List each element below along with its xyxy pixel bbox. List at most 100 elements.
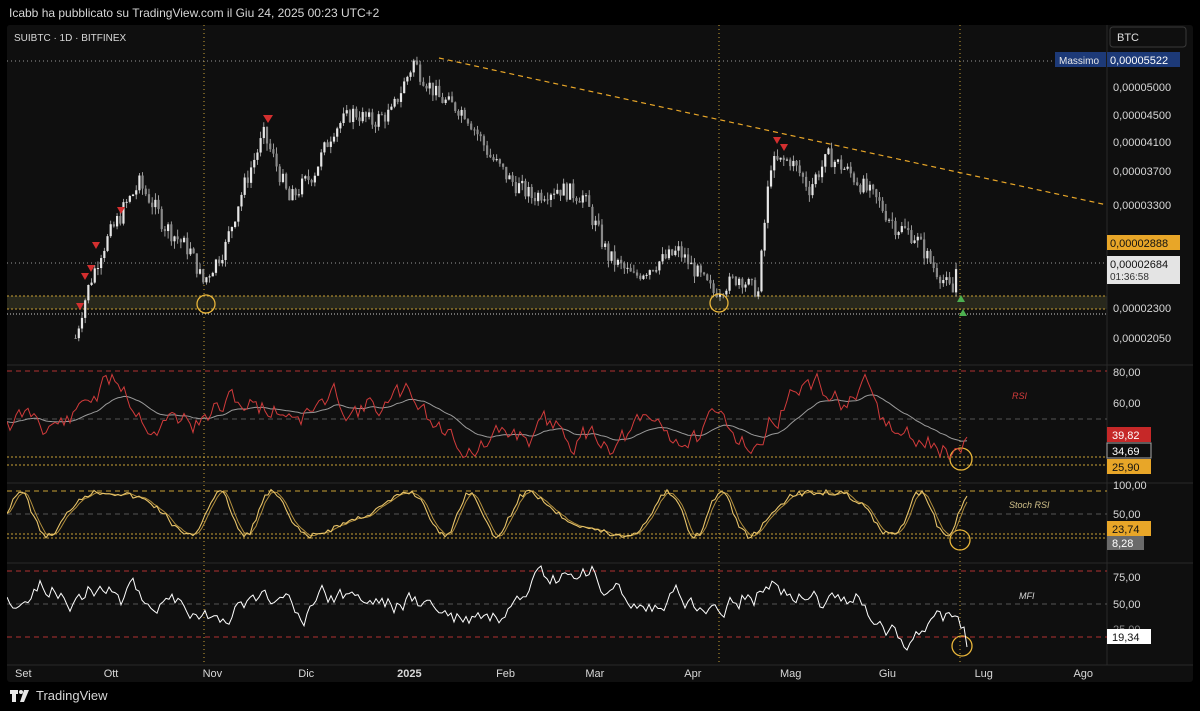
candle-body	[96, 268, 100, 270]
candle-body	[553, 193, 556, 195]
time-axis-label: Ago	[1073, 668, 1093, 680]
candle-body	[610, 251, 613, 261]
candle-body	[843, 168, 846, 170]
candle-body	[224, 241, 227, 261]
highlight-circle-mfi	[951, 635, 973, 657]
time-axis-label: Lug	[975, 668, 993, 680]
candle-body	[629, 267, 632, 272]
candle-body	[221, 260, 224, 264]
candle-body	[285, 173, 288, 189]
stoch-tick: 50,00	[1113, 509, 1141, 521]
chart-panel[interactable]: SUIBTC · 1D · BITFINEX 0,00005000 0,0000…	[7, 25, 1193, 682]
candle-body	[498, 159, 501, 164]
candle-body	[868, 184, 872, 191]
candle-body	[106, 236, 109, 251]
candle-body	[897, 232, 900, 236]
candle-body	[179, 239, 182, 243]
candle-body	[176, 236, 179, 240]
candle-body	[119, 216, 122, 224]
footer-brand: TradingView	[10, 688, 108, 703]
candle-body	[307, 176, 310, 180]
candle-body	[195, 253, 198, 274]
time-axis[interactable]: Set Ott Nov Dic 2025 Feb Mar Apr Mag Giu Lug Ago	[15, 668, 1093, 680]
candle-body	[872, 184, 875, 190]
rsi-line	[7, 372, 968, 460]
candle-body	[240, 194, 243, 207]
candle-body	[620, 259, 623, 264]
candle-body	[403, 81, 406, 94]
candle-body	[326, 142, 329, 147]
candle-body	[814, 174, 817, 185]
candle-body	[281, 173, 285, 183]
candle-body	[367, 112, 371, 117]
candle-body	[776, 156, 779, 160]
time-axis-label: Mag	[780, 668, 801, 680]
candle-body	[511, 175, 514, 182]
candle-body	[234, 221, 237, 228]
candle-body	[479, 134, 482, 137]
candle-body	[942, 280, 945, 284]
candle-body	[135, 190, 138, 195]
candle-body	[833, 161, 836, 168]
candle-body	[103, 250, 106, 259]
mfi-tick: 75,00	[1113, 572, 1141, 584]
candle-body	[205, 277, 208, 283]
rsi-pane[interactable]: RSI	[7, 370, 1107, 466]
candle-body	[109, 224, 112, 237]
candle-body	[763, 222, 766, 251]
candle-body	[891, 219, 894, 221]
candle-body	[543, 199, 546, 201]
time-axis-label: Feb	[496, 668, 515, 680]
candle-body	[760, 250, 763, 292]
stoch-pane[interactable]: Stoch RSI	[7, 488, 1107, 540]
candle-body	[884, 210, 887, 221]
candle-body	[581, 195, 584, 203]
candle-body	[597, 220, 600, 225]
candle-body	[352, 108, 355, 122]
rsi-level-value: 25,90	[1112, 462, 1140, 474]
candle-body	[419, 64, 422, 82]
candle-body	[827, 148, 830, 155]
candle-body	[923, 239, 926, 259]
candle-body	[792, 160, 795, 167]
rsi-label: RSI	[1012, 391, 1028, 401]
candle-body	[836, 159, 840, 162]
candle-body	[227, 231, 230, 242]
mfi-label: MFI	[1019, 591, 1035, 601]
chart-canvas[interactable]: SUIBTC · 1D · BITFINEX 0,000050000,00004…	[7, 25, 1193, 682]
candle-body	[444, 99, 447, 103]
candle-body	[706, 274, 709, 281]
candle-body	[907, 228, 910, 231]
mfi-tick: 50,00	[1113, 599, 1141, 611]
candle-body	[524, 180, 527, 197]
candle-body	[112, 224, 115, 227]
mfi-pane[interactable]: MFI	[7, 565, 1107, 651]
candle-body	[572, 183, 575, 199]
candle-body	[817, 174, 820, 178]
candle-body	[820, 166, 824, 178]
candle-body	[702, 272, 706, 275]
candle-body	[77, 328, 80, 339]
candle-body	[537, 192, 540, 202]
candle-body	[508, 175, 511, 180]
candle-body	[489, 154, 492, 158]
candle-body	[431, 82, 434, 96]
candle-body	[881, 200, 884, 211]
candle-body	[265, 126, 269, 144]
candle-body	[163, 229, 167, 232]
candle-body	[849, 166, 852, 174]
candle-body	[364, 112, 367, 117]
candle-body	[607, 243, 610, 261]
candle-body	[310, 179, 313, 183]
rsi-ma-value: 34,69	[1112, 446, 1140, 458]
price-tick-label: 0,00004100	[1113, 137, 1171, 149]
rsi-value: 39,82	[1112, 430, 1140, 442]
price-tick-label: 0,00002050	[1113, 333, 1171, 345]
time-axis-label: Nov	[203, 668, 223, 680]
candle-body	[779, 157, 782, 160]
candle-body	[415, 60, 419, 65]
candle-body	[699, 265, 702, 273]
candle-body	[147, 194, 151, 203]
candle-body	[291, 189, 294, 201]
price-axis[interactable]: 0,00005000 0,00004500 0,00004100 0,00003700…	[1113, 82, 1171, 345]
